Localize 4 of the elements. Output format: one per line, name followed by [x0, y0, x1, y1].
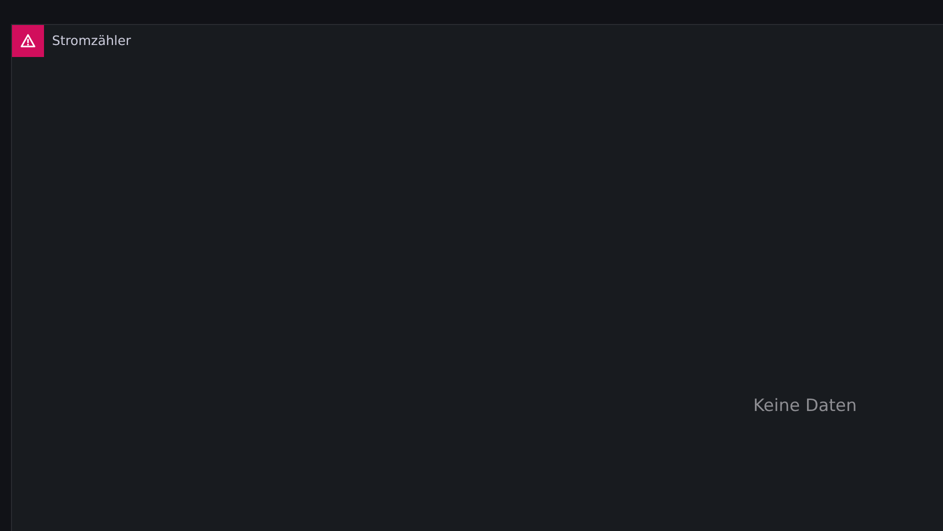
warning-icon: [20, 33, 36, 49]
error-badge[interactable]: [12, 25, 44, 57]
no-data-message: Keine Daten: [753, 396, 857, 416]
panel-title: Stromzähler: [52, 34, 132, 48]
